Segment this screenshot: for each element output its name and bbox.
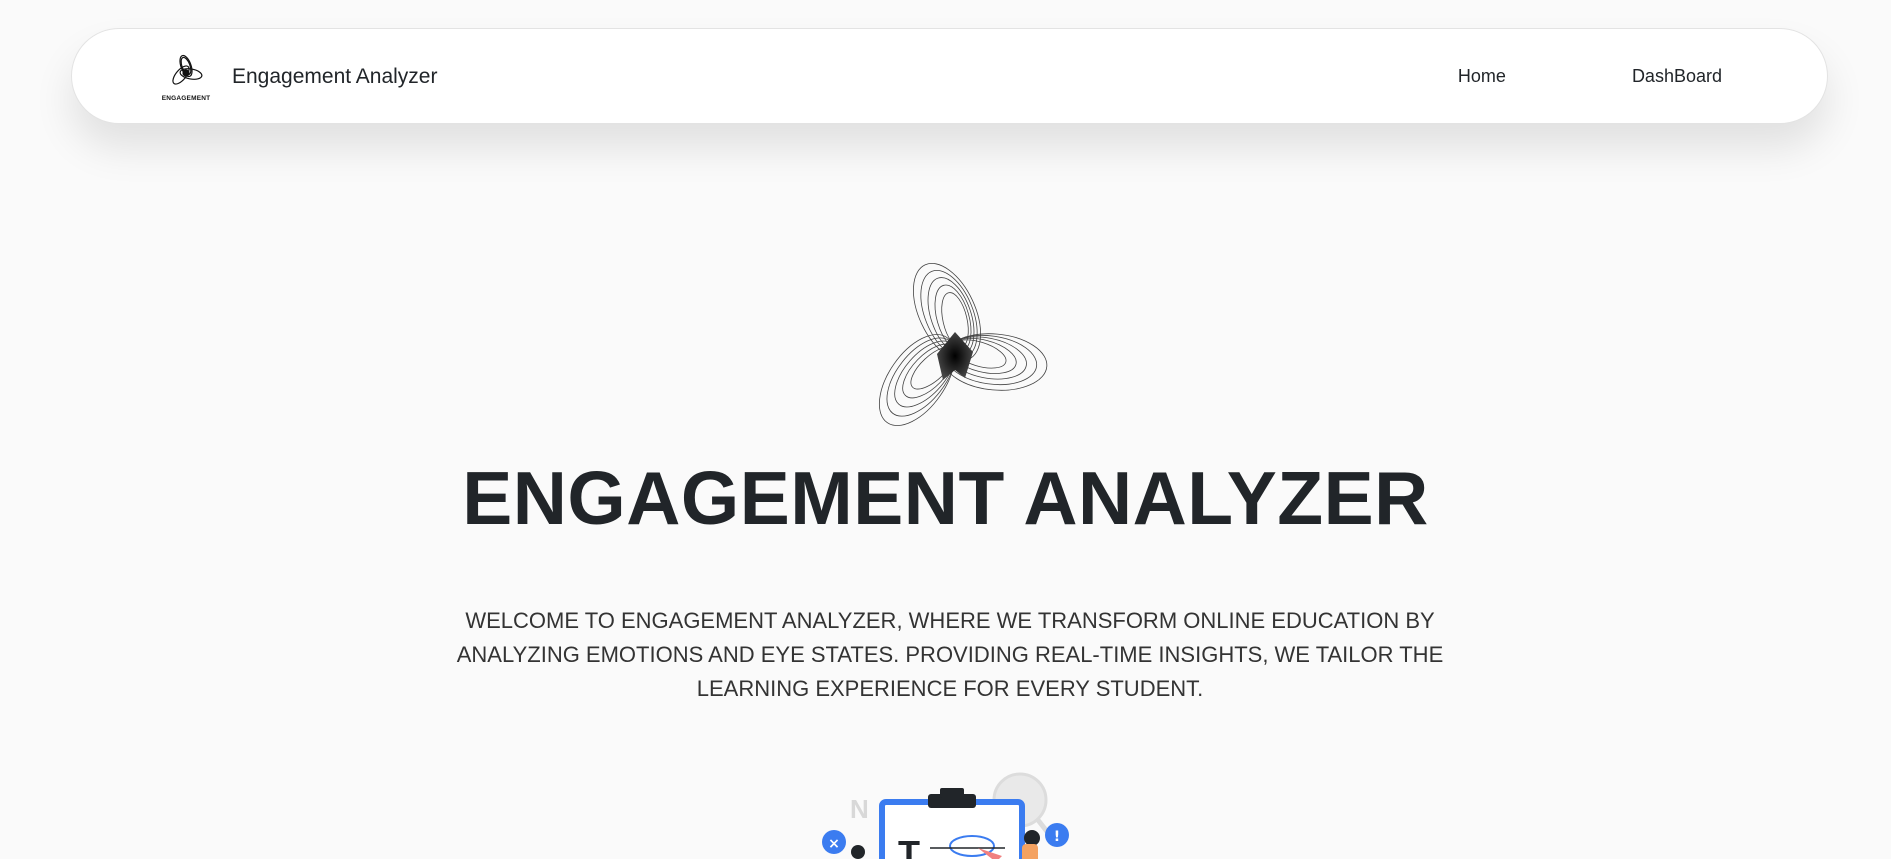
clipboard-analysis-illustration: N T × ! (820, 770, 1080, 859)
brand-name[interactable]: Engagement Analyzer (232, 65, 437, 89)
close-icon: × (828, 836, 840, 852)
brand-logo-icon: ENGAGEMENT (158, 52, 214, 102)
page-title: ENGAGEMENT ANALYZER (462, 456, 1429, 540)
hero-logo-icon (855, 252, 1055, 444)
brand-logo-text: ENGAGEMENT (161, 95, 211, 102)
nav-links: Home DashBoard (1458, 29, 1722, 123)
illustration-letter-t: T (898, 833, 920, 859)
alert-icon: ! (1054, 829, 1060, 845)
nav-link-dashboard[interactable]: DashBoard (1632, 66, 1722, 87)
navbar: ENGAGEMENT Engagement Analyzer Home Dash… (71, 28, 1828, 124)
hero-description: WELCOME TO ENGAGEMENT ANALYZER, WHERE WE… (456, 608, 1444, 701)
illustration-letter-n: N (850, 794, 869, 824)
nav-link-home[interactable]: Home (1458, 66, 1506, 87)
brand[interactable]: ENGAGEMENT Engagement Analyzer (158, 49, 437, 105)
